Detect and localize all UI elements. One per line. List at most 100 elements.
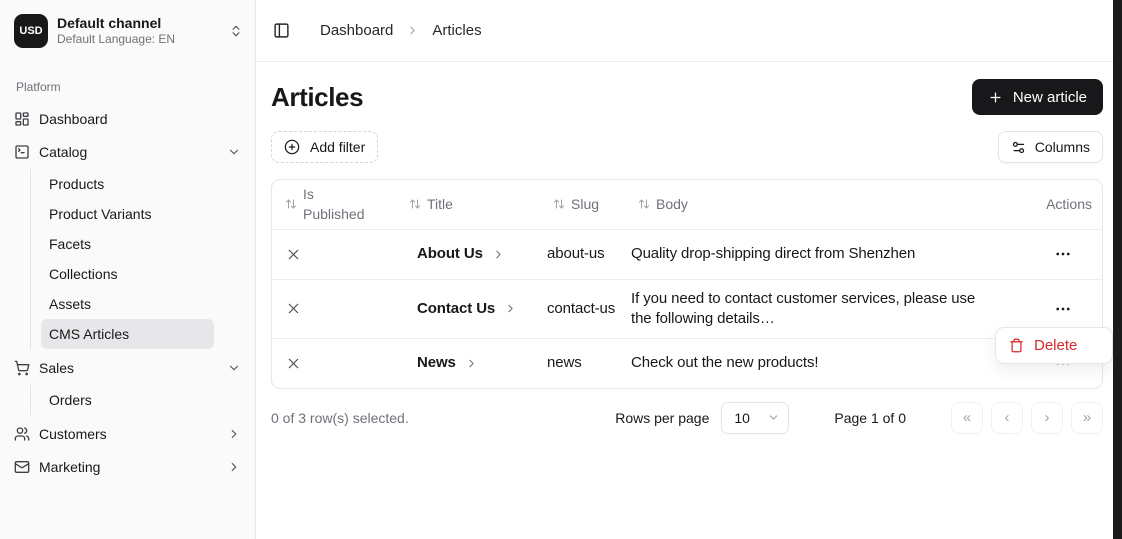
table-header-row: Is Published Title Slug [272, 180, 1102, 229]
chevron-right-icon [227, 460, 241, 474]
breadcrumb-dashboard[interactable]: Dashboard [320, 22, 393, 39]
new-article-button[interactable]: New article [972, 79, 1103, 115]
body-cell: Quality drop-shipping direct from Shenzh… [627, 235, 1010, 273]
rows-per-page-select[interactable]: 10 [721, 402, 789, 434]
chevron-left-icon: ‹ [1005, 409, 1010, 426]
chevron-right-icon [406, 24, 419, 37]
panel-left-icon [273, 22, 290, 39]
body-cell: If you need to contact customer services… [627, 280, 1010, 338]
chevron-down-icon [227, 145, 241, 159]
sort-icon[interactable] [638, 198, 650, 210]
sidebar-item-catalog[interactable]: Catalog [8, 137, 247, 167]
sidebar: USD Default channel Default Language: EN… [0, 0, 256, 539]
sidebar-item-sales[interactable]: Sales [8, 353, 247, 383]
channel-badge: USD [14, 14, 48, 48]
main-area: Dashboard Articles Articles New article [256, 0, 1113, 539]
table-footer: 0 of 3 row(s) selected. Rows per page 10… [271, 402, 1103, 434]
article-title-link[interactable]: News [417, 353, 533, 373]
channel-language: Default Language: EN [57, 32, 220, 48]
chevrons-right-icon: » [1083, 409, 1091, 426]
sidebar-item-label: Dashboard [39, 111, 108, 127]
delete-menu-item[interactable]: Delete [996, 337, 1112, 354]
table-row[interactable]: Contact Us contact-us If you need to con… [272, 279, 1102, 338]
chevron-right-icon [465, 357, 478, 370]
rows-per-page-label: Rows per page [615, 410, 709, 426]
column-header-is-published: Is Published [272, 180, 401, 229]
sidebar-item-label: Marketing [39, 459, 100, 475]
sidebar-item-collections[interactable]: Collections [41, 259, 214, 289]
article-title-link[interactable]: Contact Us [417, 299, 533, 319]
table-row[interactable]: News news Check out the new products! [272, 338, 1102, 388]
sort-icon[interactable] [285, 198, 297, 210]
layout-dashboard-icon [14, 111, 30, 127]
slug-cell: about-us [541, 235, 627, 273]
column-header-title: Title [401, 192, 541, 216]
catalog-subnav: Products Product Variants Facets Collect… [30, 169, 214, 349]
columns-button[interactable]: Columns [998, 131, 1103, 163]
sort-icon[interactable] [553, 198, 565, 210]
page-content: Articles New article Add filter [256, 62, 1113, 539]
sidebar-item-marketing[interactable]: Marketing [8, 452, 247, 482]
last-page-button[interactable]: » [1071, 402, 1103, 434]
row-actions-button[interactable] [1052, 243, 1074, 265]
chevron-right-icon [504, 302, 517, 315]
square-terminal-icon [14, 144, 30, 160]
x-icon [285, 246, 393, 263]
sidebar-item-label: Catalog [39, 144, 87, 160]
breadcrumb-articles[interactable]: Articles [432, 22, 481, 39]
sidebar-item-facets[interactable]: Facets [41, 229, 214, 259]
sidebar-item-orders[interactable]: Orders [41, 385, 214, 415]
chevron-right-icon: › [1045, 409, 1050, 426]
articles-table: Is Published Title Slug [271, 179, 1103, 389]
slug-cell: news [541, 344, 627, 382]
is-published-cell [272, 237, 401, 272]
sidebar-item-assets[interactable]: Assets [41, 289, 214, 319]
topbar: Dashboard Articles [256, 0, 1113, 62]
sidebar-item-label: Sales [39, 360, 74, 376]
chevron-right-icon [492, 248, 505, 261]
row-context-menu: Delete [995, 327, 1113, 364]
sales-subnav: Orders [30, 385, 214, 415]
chevrons-left-icon: « [963, 409, 971, 426]
chevrons-up-down-icon [229, 24, 243, 38]
sidebar-item-customers[interactable]: Customers [8, 419, 247, 449]
is-published-cell [272, 291, 401, 326]
sort-icon[interactable] [409, 198, 421, 210]
users-icon [14, 426, 30, 442]
sidebar-item-cms-articles[interactable]: CMS Articles [41, 319, 214, 349]
chevron-down-icon [227, 361, 241, 375]
add-filter-button[interactable]: Add filter [271, 131, 378, 163]
slug-cell: contact-us [541, 290, 627, 328]
row-actions-button[interactable] [1052, 298, 1074, 320]
sidebar-item-label: Customers [39, 426, 107, 442]
ellipsis-icon [1054, 300, 1072, 318]
sidebar-item-products[interactable]: Products [41, 169, 214, 199]
sidebar-item-product-variants[interactable]: Product Variants [41, 199, 214, 229]
breadcrumb: Dashboard Articles [320, 22, 482, 39]
settings-sliders-icon [1011, 140, 1026, 155]
page-title: Articles [271, 82, 363, 113]
body-cell: Check out the new products! [627, 344, 1010, 382]
shopping-cart-icon [14, 360, 30, 376]
column-header-actions: Actions [1010, 192, 1102, 216]
sidebar-item-dashboard[interactable]: Dashboard [8, 104, 247, 134]
first-page-button[interactable]: « [951, 402, 983, 434]
chevron-right-icon [227, 427, 241, 441]
window-edge-strip [1113, 0, 1122, 539]
selection-status: 0 of 3 row(s) selected. [271, 410, 615, 426]
x-icon [285, 300, 393, 317]
next-page-button[interactable]: › [1031, 402, 1063, 434]
sidebar-nav: Dashboard Catalog Products Product Varia… [0, 104, 255, 482]
x-icon [285, 355, 393, 372]
is-published-cell [272, 346, 401, 381]
previous-page-button[interactable]: ‹ [991, 402, 1023, 434]
page-indicator: Page 1 of 0 [834, 410, 906, 426]
channel-switcher[interactable]: USD Default channel Default Language: EN [0, 0, 255, 58]
app-window: USD Default channel Default Language: EN… [0, 0, 1122, 539]
column-header-body: Body [627, 192, 1010, 216]
sidebar-section-label: Platform [0, 58, 255, 104]
table-row[interactable]: About Us about-us Quality drop-shipping … [272, 229, 1102, 279]
sidebar-toggle-button[interactable] [273, 22, 290, 39]
chevron-down-icon [767, 411, 780, 424]
article-title-link[interactable]: About Us [417, 244, 533, 264]
